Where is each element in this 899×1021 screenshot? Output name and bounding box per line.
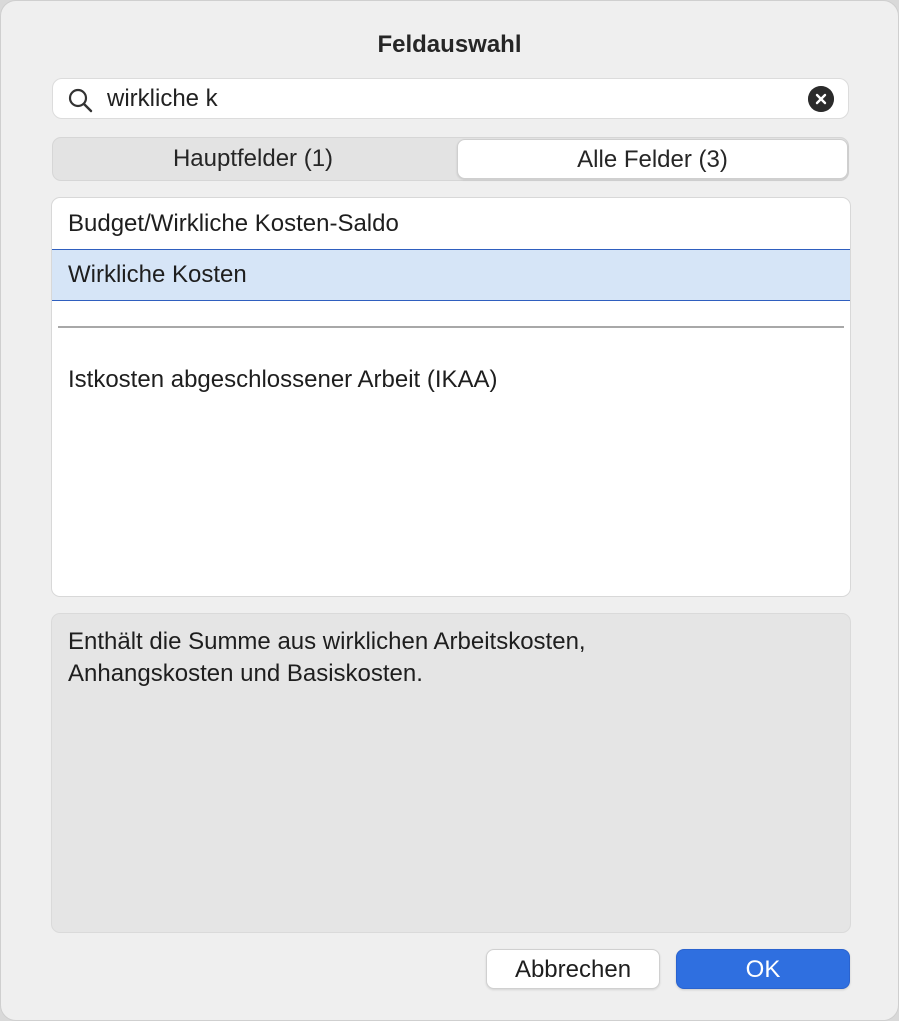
tab-main-fields[interactable]: Hauptfelder (1) xyxy=(53,138,453,180)
list-divider xyxy=(58,326,844,328)
list-item-selected[interactable]: Wirkliche Kosten xyxy=(52,249,850,301)
field-list: Budget/Wirkliche Kosten-Saldo Wirkliche … xyxy=(51,197,851,597)
search-input[interactable] xyxy=(107,83,797,115)
tab-all-fields[interactable]: Alle Felder (3) xyxy=(457,139,848,179)
search-icon xyxy=(68,88,93,113)
clear-icon[interactable] xyxy=(808,86,834,112)
list-item[interactable]: Budget/Wirkliche Kosten-Saldo xyxy=(52,198,850,250)
list-item[interactable]: Istkosten abgeschlossener Arbeit (IKAA) xyxy=(52,354,850,406)
search-field[interactable] xyxy=(52,78,849,119)
field-scope-tabs: Hauptfelder (1) Alle Felder (3) xyxy=(52,137,849,181)
cancel-button[interactable]: Abbrechen xyxy=(486,949,660,989)
ok-button[interactable]: OK xyxy=(676,949,850,989)
dialog-title: Feldauswahl xyxy=(377,31,522,58)
description-line: Enthält die Summe aus wirklichen Arbeits… xyxy=(68,628,586,655)
field-description: Enthält die Summe aus wirklichen Arbeits… xyxy=(51,613,851,933)
description-line: Anhangskosten und Basiskosten. xyxy=(68,660,423,687)
field-selection-dialog: Feldauswahl Hauptfelder (1) Alle Felder … xyxy=(0,0,899,1021)
